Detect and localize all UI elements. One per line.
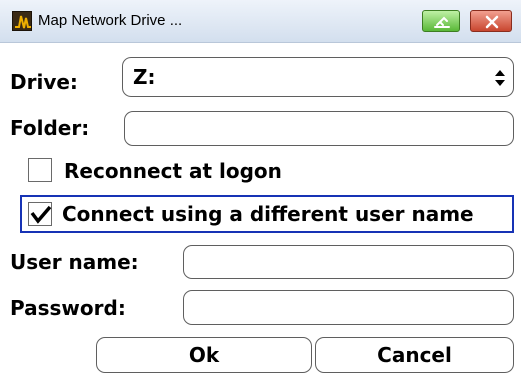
reconnect-checkbox[interactable]: [28, 158, 52, 182]
minimize-button[interactable]: [422, 10, 460, 32]
username-label: User name:: [10, 250, 139, 274]
title-bar[interactable]: Map Network Drive ...: [0, 0, 521, 43]
password-input[interactable]: [183, 290, 514, 325]
folder-input[interactable]: [124, 111, 514, 146]
ok-button[interactable]: Ok: [96, 337, 312, 373]
different-user-label[interactable]: Connect using a different user name: [62, 202, 474, 226]
map-network-drive-dialog: Map Network Drive ... Drive: Z: Folder: …: [0, 0, 521, 382]
reconnect-label[interactable]: Reconnect at logon: [64, 159, 282, 183]
close-button[interactable]: [470, 10, 512, 32]
username-input[interactable]: [183, 245, 514, 279]
folder-label: Folder:: [10, 116, 90, 140]
minimize-icon: [434, 16, 450, 28]
cancel-button[interactable]: Cancel: [315, 337, 514, 373]
select-arrows-icon: [495, 70, 505, 86]
close-icon: [485, 15, 499, 29]
drive-select-value: Z:: [133, 65, 156, 89]
window-title: Map Network Drive ...: [38, 12, 183, 29]
check-icon: [30, 205, 52, 224]
app-waveform-icon: [12, 11, 32, 31]
password-label: Password:: [10, 296, 126, 320]
different-user-checkbox[interactable]: [28, 202, 52, 226]
drive-select[interactable]: Z:: [122, 57, 514, 97]
drive-label: Drive:: [10, 70, 78, 94]
